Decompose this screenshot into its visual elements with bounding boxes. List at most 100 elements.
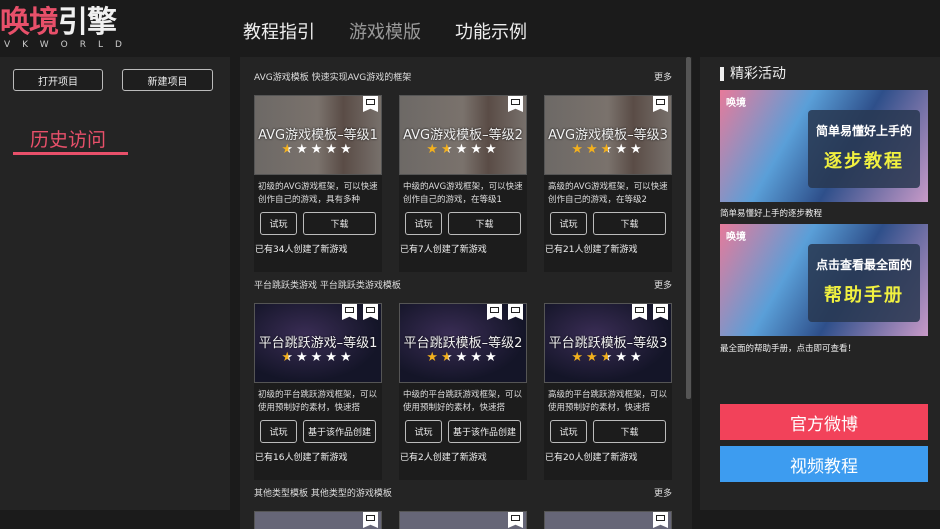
activities-title: 精彩活动 [720,67,786,81]
star-icon: ★ [484,142,500,157]
more-link[interactable]: 更多 [654,486,672,499]
template-card[interactable]: 平台跳跃游戏–等级1 ★★★★★ 初级的平台跳跃游戏框架，可以使用预制好的素材，快速… [254,303,382,480]
action-button[interactable]: 下载 [593,212,666,235]
template-card[interactable] [399,511,527,529]
template-thumbnail[interactable]: AVG游戏模板–等级1 ★★★★★ [254,95,382,175]
star-icon: ★ [281,142,297,157]
creator-count: 已有21人创建了新游戏 [545,245,638,255]
template-card[interactable]: AVG游戏模板–等级2 ★★★★★ 中级的AVG游戏框架，可以快速创作自己的游戏，在… [399,95,527,272]
creator-count: 已有34人创建了新游戏 [255,245,348,255]
nav-templates[interactable]: 游戏模版 [349,18,421,44]
star-icon: ★ [325,142,340,157]
star-icon: ★ [629,142,645,157]
rating-stars: ★★★★★ [545,142,671,157]
monitor-icon [487,304,502,320]
template-title: 平台跳跃模板–等级3 [548,336,668,351]
template-title: AVG游戏模板–等级3 [548,128,668,143]
rating-stars: ★★★★★ [400,142,526,157]
more-link[interactable]: 更多 [654,278,672,291]
banner-line1: 点击查看最全面的 [815,258,912,272]
star-icon: ★ [615,142,630,157]
logo-subtitle: VKWORLD [4,40,134,50]
action-button[interactable]: 基于该作品创建 [303,420,376,443]
weibo-button[interactable]: 官方微博 [720,404,928,440]
template-thumbnail[interactable]: AVG游戏模板–等级2 ★★★★★ [399,95,527,175]
section-title: 平台跳跃类游戏 平台跳跃类游戏模板 [254,281,401,291]
star-icon: ★ [281,350,297,365]
history-tab[interactable]: 历史访问 [30,125,106,152]
video-icon [653,304,668,320]
template-thumbnail[interactable] [254,511,382,529]
template-card[interactable]: 平台跳跃模板–等级3 ★★★★★ 高级的平台跳跃游戏框架，可以使用预制好的素材，快速… [544,303,672,480]
try-button[interactable]: 试玩 [260,420,297,443]
banner-line2: 帮助手册 [824,285,904,306]
banner-logo: 唤境 [726,98,746,109]
monitor-icon [653,512,668,528]
nav-tutorial[interactable]: 教程指引 [243,18,315,44]
banner-caption[interactable]: 最全面的帮助手册，点击即可查看！ [720,342,856,354]
template-description: 中级的平台跳跃游戏框架，可以使用预制好的素材，快速搭 [403,390,523,413]
rating-stars: ★★★★★ [400,350,526,365]
video-icon [508,304,523,320]
video-tutorial-button[interactable]: 视频教程 [720,446,928,482]
more-link[interactable]: 更多 [654,70,672,83]
template-thumbnail[interactable] [544,511,672,529]
template-title: AVG游戏模板–等级1 [258,128,378,143]
template-title: 平台跳跃游戏–等级1 [258,336,378,351]
template-thumbnail[interactable]: 平台跳跃模板–等级3 ★★★★★ [544,303,672,383]
manual-banner[interactable]: 唤境 点击查看最全面的帮助手册 [720,224,928,336]
star-icon: ★ [441,350,456,365]
star-icon: ★ [629,350,645,365]
template-card[interactable] [254,511,382,529]
creator-count: 已有7人创建了新游戏 [400,245,487,255]
action-button[interactable]: 下载 [593,420,666,443]
banner-line2: 逐步教程 [824,151,904,172]
try-button[interactable]: 试玩 [550,212,587,235]
star-icon: ★ [339,350,355,365]
try-button[interactable]: 试玩 [550,420,587,443]
banner-logo: 唤境 [726,232,746,243]
left-panel: 打开项目 新建项目 历史访问 [0,57,230,510]
scrollbar[interactable] [686,57,691,399]
creator-count: 已有20人创建了新游戏 [545,453,638,463]
star-icon: ★ [470,142,485,157]
star-icon: ★ [600,350,616,365]
logo-text: 唤境 [0,5,59,40]
template-description: 初级的平台跳跃游戏框架，可以使用预制好的素材，快速搭 [258,390,378,413]
tutorial-banner[interactable]: 唤境 简单易懂好上手的 逐步教程 [720,90,928,202]
template-card[interactable]: AVG游戏模板–等级3 ★★★★★ 高级的AVG游戏框架，可以快速创作自己的游戏，在… [544,95,672,272]
template-thumbnail[interactable] [399,511,527,529]
template-card[interactable]: 平台跳跃模板–等级2 ★★★★★ 中级的平台跳跃游戏框架，可以使用预制好的素材，快速… [399,303,527,480]
template-thumbnail[interactable]: 平台跳跃游戏–等级1 ★★★★★ [254,303,382,383]
creator-count: 已有2人创建了新游戏 [400,453,487,463]
star-icon: ★ [600,142,616,157]
star-icon: ★ [470,350,485,365]
banner-caption[interactable]: 简单易懂好上手的逐步教程 [720,207,822,219]
template-card[interactable] [544,511,672,529]
star-icon: ★ [571,142,587,157]
action-button[interactable]: 基于该作品创建 [448,420,521,443]
star-icon: ★ [310,142,326,157]
star-icon: ★ [339,142,355,157]
template-thumbnail[interactable]: AVG游戏模板–等级3 ★★★★★ [544,95,672,175]
nav-examples[interactable]: 功能示例 [455,18,527,44]
template-card[interactable]: AVG游戏模板–等级1 ★★★★★ 初级的AVG游戏框架，可以快速创作自己的游戏，具… [254,95,382,272]
star-icon: ★ [426,142,442,157]
monitor-icon [508,512,523,528]
action-button[interactable]: 下载 [303,212,376,235]
star-icon: ★ [455,350,471,365]
new-project-button[interactable]: 新建项目 [122,69,213,91]
action-button[interactable]: 下载 [448,212,521,235]
right-panel: 精彩活动 唤境 简单易懂好上手的 逐步教程 简单易懂好上手的逐步教程 唤境 点击查… [700,57,940,510]
template-description: 初级的AVG游戏框架，可以快速创作自己的游戏，具有多种 [258,182,378,205]
template-thumbnail[interactable]: 平台跳跃模板–等级2 ★★★★★ [399,303,527,383]
try-button[interactable]: 试玩 [405,420,442,443]
try-button[interactable]: 试玩 [405,212,442,235]
section-title: 其他类型模板 其他类型的游戏模板 [254,489,392,499]
try-button[interactable]: 试玩 [260,212,297,235]
creator-count: 已有16人创建了新游戏 [255,453,348,463]
top-nav: 教程指引 游戏模版 功能示例 [243,18,527,44]
star-icon: ★ [455,142,471,157]
open-project-button[interactable]: 打开项目 [13,69,103,91]
video-icon [363,304,378,320]
